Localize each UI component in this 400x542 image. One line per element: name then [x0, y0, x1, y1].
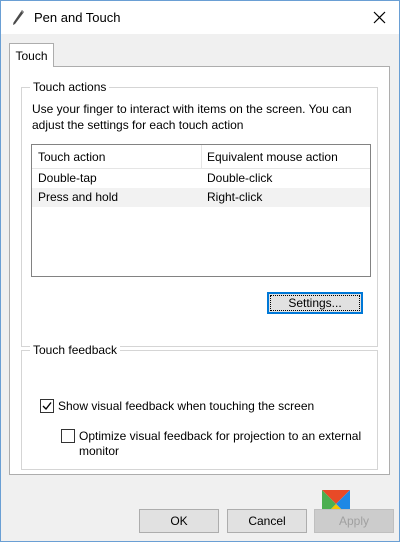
touch-feedback-title: Touch feedback: [30, 343, 121, 358]
show-visual-feedback-checkbox[interactable]: [40, 399, 54, 413]
close-icon: [373, 11, 385, 24]
cancel-button[interactable]: Cancel: [227, 509, 307, 533]
mouse-action-cell: Right-click: [207, 190, 263, 204]
mouse-action-cell: Double-click: [207, 171, 273, 185]
pen-icon: [10, 9, 26, 27]
show-visual-feedback-label[interactable]: Show visual feedback when touching the s…: [58, 399, 314, 414]
dialog-body: Touch Touch actions Use your finger to i…: [1, 34, 399, 541]
touch-actions-list[interactable]: Touch action Equivalent mouse action Dou…: [31, 144, 371, 277]
settings-button[interactable]: Settings...: [267, 292, 363, 314]
column-header-mouse-action[interactable]: Equivalent mouse action: [207, 150, 338, 164]
list-header: Touch action Equivalent mouse action: [32, 145, 370, 169]
ok-button[interactable]: OK: [139, 509, 219, 533]
checkmark-icon: [42, 402, 52, 411]
touch-feedback-group: Touch feedback Show visual feedback when…: [21, 343, 378, 470]
touch-action-cell: Press and hold: [38, 190, 119, 204]
tab-touch[interactable]: Touch: [9, 43, 54, 67]
touch-actions-group: Touch actions Use your finger to interac…: [21, 80, 378, 347]
column-divider[interactable]: [201, 145, 202, 169]
title-bar[interactable]: Pen and Touch: [1, 1, 399, 34]
optimize-feedback-label[interactable]: Optimize visual feedback for projection …: [79, 429, 369, 459]
touch-actions-title: Touch actions: [30, 80, 110, 95]
touch-action-cell: Double-tap: [38, 171, 97, 185]
focus-rectangle: [270, 295, 360, 311]
list-item[interactable]: Double-tap Double-click: [32, 169, 370, 188]
apply-button[interactable]: Apply: [314, 509, 394, 533]
pen-and-touch-dialog: Pen and Touch Touch Touch actions Use yo…: [0, 0, 400, 542]
touch-actions-description: Use your finger to interact with items o…: [32, 102, 352, 132]
window-title: Pen and Touch: [34, 10, 121, 25]
list-item[interactable]: Press and hold Right-click: [32, 188, 370, 207]
optimize-feedback-checkbox[interactable]: [61, 429, 75, 443]
touch-tab-panel: Touch actions Use your finger to interac…: [9, 66, 390, 518]
column-header-touch-action[interactable]: Touch action: [38, 150, 105, 164]
close-button[interactable]: [359, 1, 399, 34]
